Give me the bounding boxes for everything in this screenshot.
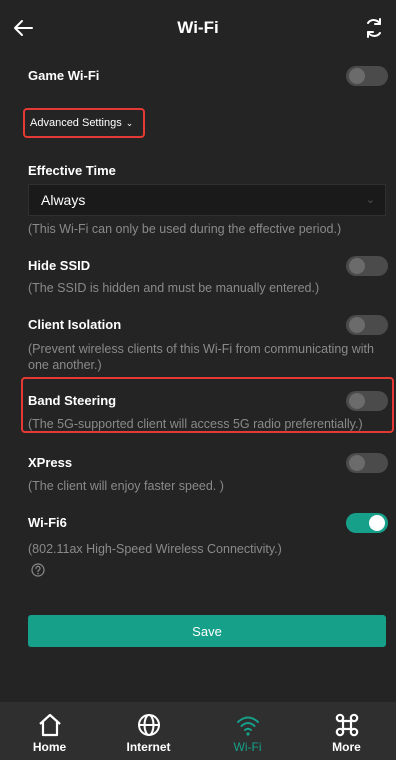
advanced-settings-button[interactable]: Advanced Settings ⌄ bbox=[23, 108, 145, 138]
xpress-desc-row: (The client will enjoy faster speed. ) bbox=[28, 477, 388, 495]
nav-label: Internet bbox=[126, 740, 171, 754]
toggle-knob bbox=[349, 68, 365, 84]
wifi6-desc: (802.11ax High-Speed Wireless Connectivi… bbox=[28, 542, 282, 556]
refresh-icon[interactable] bbox=[360, 14, 388, 42]
toggle-knob bbox=[349, 455, 365, 471]
back-arrow-icon[interactable] bbox=[10, 14, 38, 42]
save-button[interactable]: Save bbox=[28, 615, 386, 647]
xpress-desc: (The client will enjoy faster speed. ) bbox=[28, 479, 224, 493]
client-isolation-desc-row: (Prevent wireless clients of this Wi-Fi … bbox=[28, 341, 388, 373]
nav-label: Home bbox=[32, 740, 67, 754]
globe-icon bbox=[137, 714, 160, 736]
toggle-knob bbox=[349, 258, 365, 274]
client-isolation-desc-line1: (Prevent wireless clients of this Wi-Fi … bbox=[28, 342, 374, 356]
client-isolation-desc-line2: one another.) bbox=[28, 358, 102, 372]
chevron-down-icon: ⌄ bbox=[365, 194, 375, 206]
nav-home[interactable]: Home bbox=[0, 702, 99, 760]
effective-time-hint-row: (This Wi-Fi can only be used during the … bbox=[28, 220, 388, 238]
effective-time-label-row: Effective Time bbox=[28, 162, 388, 180]
nav-internet[interactable]: Internet bbox=[99, 702, 198, 760]
wifi6-toggle[interactable] bbox=[346, 513, 388, 533]
game-wifi-toggle[interactable] bbox=[346, 66, 388, 86]
nav-more[interactable]: More bbox=[297, 702, 396, 760]
effective-time-select[interactable]: Always ⌄ bbox=[28, 184, 386, 216]
hide-ssid-toggle[interactable] bbox=[346, 256, 388, 276]
game-wifi-label: Game Wi-Fi bbox=[28, 68, 100, 83]
hide-ssid-row: Hide SSID bbox=[28, 256, 388, 276]
game-wifi-row: Game Wi-Fi bbox=[28, 66, 388, 86]
page-title: Wi-Fi bbox=[177, 18, 219, 37]
nav-label: Wi-Fi bbox=[233, 740, 262, 754]
hide-ssid-desc-row: (The SSID is hidden and must be manually… bbox=[28, 279, 388, 297]
client-isolation-toggle[interactable] bbox=[346, 315, 388, 335]
toggle-knob bbox=[349, 393, 365, 409]
home-icon bbox=[38, 713, 61, 737]
xpress-toggle[interactable] bbox=[346, 453, 388, 473]
band-steering-toggle[interactable] bbox=[346, 391, 388, 411]
client-isolation-label: Client Isolation bbox=[28, 317, 122, 332]
toggle-knob bbox=[369, 515, 385, 531]
help-icon[interactable] bbox=[31, 563, 45, 577]
nav-wifi[interactable]: Wi-Fi bbox=[198, 702, 297, 760]
wifi6-row: Wi-Fi6 bbox=[28, 513, 388, 533]
advanced-settings-label: Advanced Settings bbox=[30, 117, 122, 129]
band-steering-row: Band Steering bbox=[28, 391, 388, 411]
band-steering-desc: (The 5G-supported client will access 5G … bbox=[28, 417, 363, 431]
chevron-down-icon: ⌄ bbox=[125, 117, 134, 128]
toggle-knob bbox=[349, 317, 365, 333]
wifi-icon bbox=[236, 716, 259, 736]
band-steering-desc-row: (The 5G-supported client will access 5G … bbox=[28, 415, 388, 433]
xpress-row: XPress bbox=[28, 453, 388, 473]
bottom-nav: Home Internet Wi-Fi More bbox=[0, 702, 396, 760]
more-icon bbox=[335, 713, 358, 737]
effective-time-hint: (This Wi-Fi can only be used during the … bbox=[28, 222, 342, 236]
wifi6-desc-row: (802.11ax High-Speed Wireless Connectivi… bbox=[28, 540, 388, 558]
header: Wi-Fi bbox=[0, 0, 396, 56]
nav-label: More bbox=[332, 740, 361, 754]
client-isolation-row: Client Isolation bbox=[28, 315, 388, 335]
hide-ssid-label: Hide SSID bbox=[28, 258, 91, 273]
wifi6-label: Wi-Fi6 bbox=[28, 515, 67, 530]
band-steering-label: Band Steering bbox=[28, 393, 117, 408]
xpress-label: XPress bbox=[28, 455, 73, 470]
effective-time-value: Always bbox=[41, 192, 86, 208]
effective-time-label: Effective Time bbox=[28, 163, 116, 178]
hide-ssid-desc: (The SSID is hidden and must be manually… bbox=[28, 281, 320, 295]
